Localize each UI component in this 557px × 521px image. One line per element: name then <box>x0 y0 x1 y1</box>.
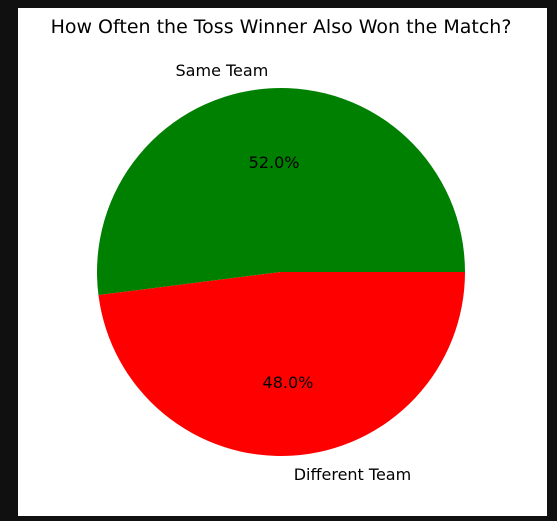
chart-title: How Often the Toss Winner Also Won the M… <box>51 16 512 38</box>
pie-slice-different-team <box>98 272 465 457</box>
category-label: Different Team <box>294 465 412 484</box>
pie-slices <box>97 88 465 457</box>
window-frame: How Often the Toss Winner Also Won the M… <box>0 0 557 521</box>
pie-slice-same-team <box>97 88 465 296</box>
percent-label: 48.0% <box>263 373 314 392</box>
percent-label: 52.0% <box>249 153 300 172</box>
pie-chart: How Often the Toss Winner Also Won the M… <box>51 16 512 484</box>
category-label: Same Team <box>176 61 269 80</box>
